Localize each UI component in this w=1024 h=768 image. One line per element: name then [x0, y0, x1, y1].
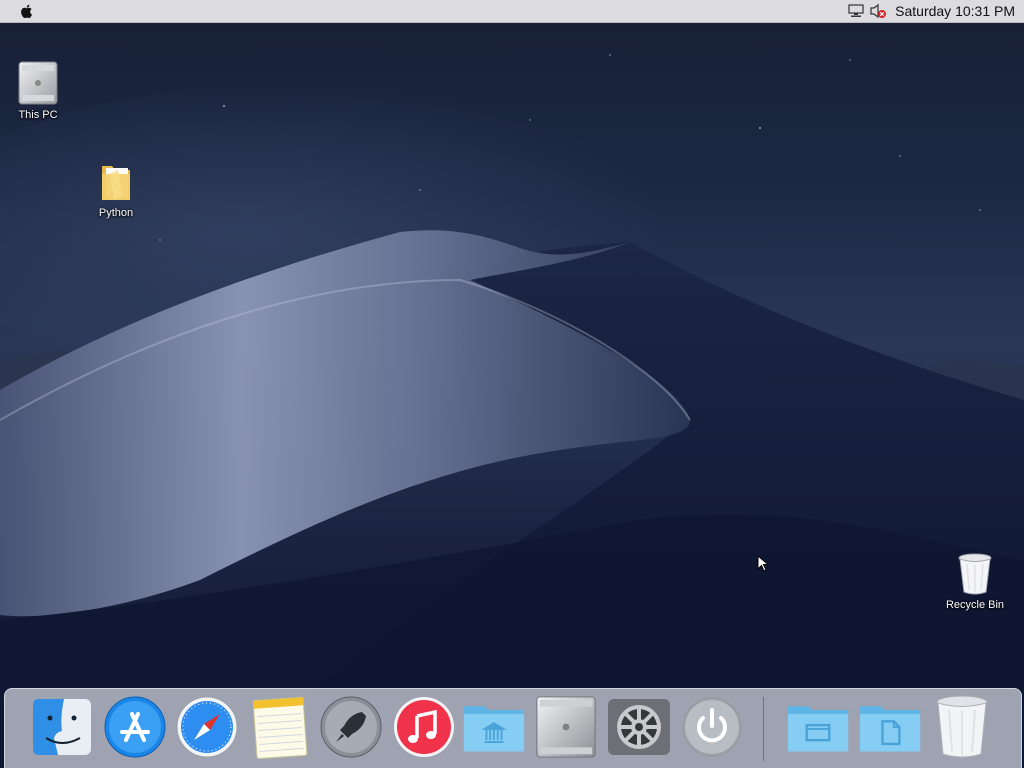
desktop-wallpaper	[0, 54, 1024, 768]
dock-safari[interactable]	[175, 695, 239, 759]
system-tray: Saturday 10:31 PM	[847, 0, 1024, 22]
recycle-bin-label: Recycle Bin	[945, 599, 1005, 611]
mouse-cursor-icon	[757, 555, 769, 572]
finder-icon	[33, 699, 91, 755]
this-pc-desktop-icon[interactable]: This PC	[0, 60, 78, 121]
this-pc-label: This PC	[18, 109, 58, 121]
notes-icon	[252, 696, 308, 759]
system-preferences-icon	[608, 699, 670, 755]
dock-documents-folder[interactable]	[858, 695, 922, 759]
python-folder-desktop-icon[interactable]: Python	[76, 160, 156, 219]
dock-library-folder[interactable]	[462, 695, 526, 759]
network-icon[interactable]	[847, 2, 865, 20]
clock[interactable]: Saturday 10:31 PM	[891, 3, 1024, 19]
mac-pro-icon	[18, 61, 58, 105]
recycle-bin-desktop-icon[interactable]: Recycle Bin	[935, 552, 1015, 611]
trash-icon	[936, 695, 988, 758]
python-label: Python	[98, 207, 134, 219]
documents-folder-icon	[859, 706, 921, 752]
mac-pro-icon	[536, 696, 596, 758]
launchpad-icon	[320, 696, 382, 758]
power-icon	[682, 697, 742, 757]
desktop-screen: Saturday 10:31 PM This PC Python Recycle…	[0, 0, 1024, 768]
itunes-icon	[394, 697, 454, 757]
recycle-bin-icon	[958, 553, 992, 595]
dock-power[interactable]	[680, 695, 744, 759]
dock-separator	[763, 697, 764, 761]
dock	[4, 688, 1022, 768]
dock-mac-pro[interactable]	[534, 695, 598, 759]
desktop-folder-icon	[787, 706, 849, 752]
dock-trash[interactable]	[930, 695, 994, 759]
dock-launchpad[interactable]	[319, 695, 383, 759]
dock-itunes[interactable]	[392, 695, 456, 759]
apple-logo-icon[interactable]	[18, 2, 36, 20]
menu-bar: Saturday 10:31 PM	[0, 0, 1024, 23]
app-store-icon	[104, 696, 166, 758]
dock-finder[interactable]	[30, 695, 94, 759]
dock-notes[interactable]	[248, 695, 312, 759]
safari-icon	[176, 696, 238, 758]
dock-system-preferences[interactable]	[607, 695, 671, 759]
dock-desktop-folder[interactable]	[786, 695, 850, 759]
folder-icon	[102, 166, 130, 200]
library-folder-icon	[463, 706, 525, 752]
dock-app-store[interactable]	[103, 695, 167, 759]
volume-muted-icon[interactable]	[869, 2, 887, 20]
